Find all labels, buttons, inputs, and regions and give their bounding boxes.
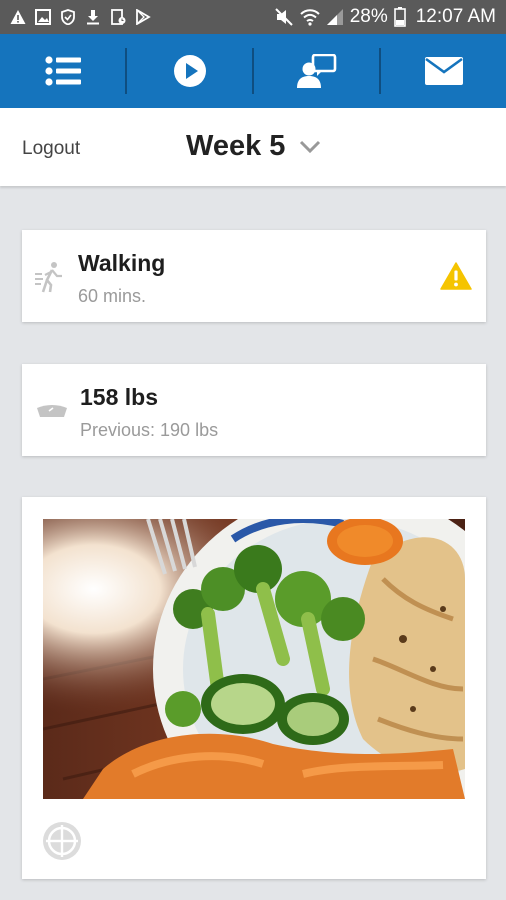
status-bar: 28% 12:07 AM: [0, 0, 506, 34]
top-nav-bar: [0, 34, 506, 108]
list-icon: [44, 56, 81, 86]
nav-chat-button[interactable]: [254, 34, 379, 108]
walking-icon: [35, 262, 62, 293]
chevron-down-icon: [300, 140, 321, 153]
scale-icon: [37, 405, 67, 417]
download-icon: [87, 10, 99, 25]
weight-card[interactable]: 158 lbs Previous: 190 lbs: [22, 364, 486, 456]
image-icon: [35, 9, 51, 25]
nav-list-button[interactable]: [0, 34, 125, 108]
week-selector[interactable]: Week 5: [186, 130, 321, 163]
plate-icon: [43, 822, 81, 860]
play-store-icon: [136, 9, 151, 25]
weight-value: 158 lbs: [80, 384, 158, 410]
wifi-icon: [299, 9, 320, 26]
chat-user-icon: [296, 54, 336, 88]
mail-icon: [424, 57, 463, 85]
mute-icon: [274, 8, 293, 26]
nav-mail-button[interactable]: [381, 34, 506, 108]
week-label: Week 5: [186, 130, 286, 162]
clock: 12:07 AM: [415, 6, 496, 27]
shield-icon: [61, 9, 75, 25]
status-left-icons: [10, 9, 151, 25]
activity-duration: 60 mins.: [78, 286, 147, 306]
weight-previous: Previous: 190 lbs: [80, 420, 219, 440]
warning-icon[interactable]: [440, 262, 472, 290]
meal-photo-illustration: [43, 519, 465, 799]
nav-play-button[interactable]: [127, 34, 252, 108]
play-icon: [173, 55, 206, 87]
meal-card[interactable]: [22, 497, 486, 879]
signal-icon: [326, 9, 343, 25]
week-header: Logout Week 5: [0, 108, 506, 186]
battery-percent: 28%: [349, 6, 388, 27]
status-right: 28% 12:07 AM: [274, 6, 496, 28]
clipboard-icon: [111, 9, 126, 25]
battery-icon: [393, 7, 406, 27]
activity-title: Walking: [78, 250, 166, 276]
meal-photo[interactable]: [43, 519, 465, 799]
logout-button[interactable]: Logout: [22, 138, 80, 160]
warning-icon: [10, 10, 26, 24]
activity-card[interactable]: Walking 60 mins.: [22, 230, 486, 322]
